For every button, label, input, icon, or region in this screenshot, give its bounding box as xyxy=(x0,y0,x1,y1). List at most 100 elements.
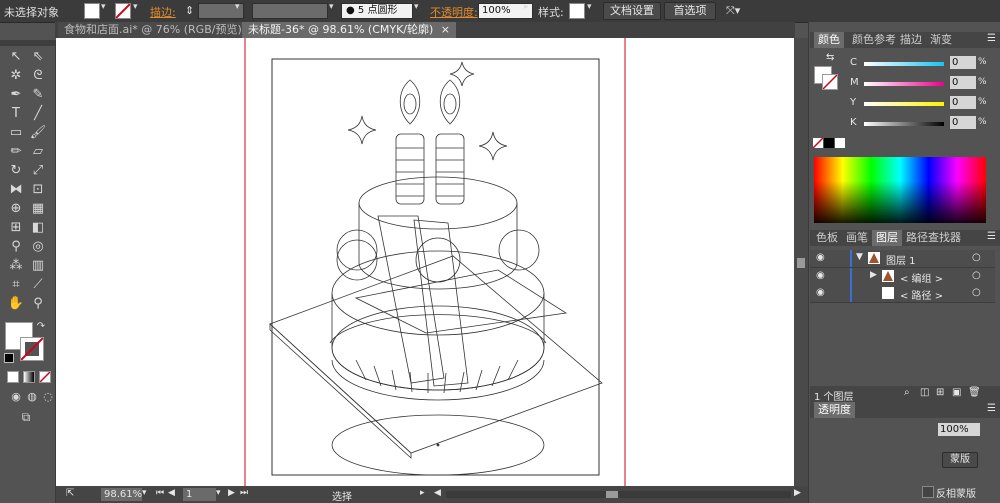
sublayer-row-path[interactable]: ◉ < 路径 > ○ xyxy=(810,285,995,303)
blend-tool-icon[interactable]: ◎ xyxy=(28,238,48,256)
eraser-tool-icon[interactable]: ▱ xyxy=(28,143,48,161)
c-slider[interactable] xyxy=(864,62,944,66)
pen-tool-icon[interactable]: ✒ xyxy=(6,86,26,104)
clipping-mask-icon[interactable]: ◫ xyxy=(920,387,929,398)
eyedropper-tool-icon[interactable]: ⚲ xyxy=(6,238,26,256)
scroll-thumb[interactable] xyxy=(797,258,805,268)
invert-mask-checkbox[interactable] xyxy=(922,486,934,498)
gradient-mode-icon[interactable] xyxy=(23,371,35,383)
slice-tool-icon[interactable]: ⟋ xyxy=(28,276,48,294)
transparency-opacity-input[interactable]: 100% xyxy=(938,423,980,436)
pencil-tool-icon[interactable]: ✏ xyxy=(6,143,26,161)
visibility-eye-icon[interactable]: ◉ xyxy=(816,287,825,298)
scroll-right-icon[interactable]: ▶ xyxy=(794,488,801,498)
visibility-eye-icon[interactable]: ◉ xyxy=(816,252,825,263)
first-page-icon[interactable]: ⏮ xyxy=(156,488,164,498)
chevron-down-icon[interactable]: ▾ xyxy=(414,2,419,12)
column-graph-tool-icon[interactable]: ▥ xyxy=(28,257,48,275)
black-swatch[interactable] xyxy=(824,138,834,148)
none-swatch[interactable] xyxy=(812,137,824,149)
m-slider[interactable] xyxy=(864,82,944,86)
fill-dropdown-icon[interactable]: ▾ xyxy=(101,2,106,12)
chevron-down-icon[interactable]: ▼ xyxy=(856,252,863,262)
tab-swatches[interactable]: 色板 xyxy=(812,230,842,246)
chevron-down-icon[interactable]: ▾ xyxy=(587,2,592,12)
white-swatch[interactable] xyxy=(835,138,845,148)
locate-object-icon[interactable]: ⌕ xyxy=(904,387,910,398)
draw-inside-icon[interactable]: ◌ xyxy=(38,388,58,406)
zoom-tool-icon[interactable]: ⚲ xyxy=(28,295,48,313)
target-circle-icon[interactable]: ○ xyxy=(972,270,981,281)
tab-food-document[interactable]: 食物和店面.ai* @ 76% (RGB/预览) × xyxy=(58,22,266,38)
brush-dropdown[interactable]: ● 5 点圆形 xyxy=(341,3,413,19)
tab-transparency[interactable]: 透明度 xyxy=(814,402,855,418)
panel-menu-icon[interactable]: ☰ xyxy=(987,231,996,242)
zoom-input[interactable]: 98.61% xyxy=(101,488,142,501)
hand-tool-icon[interactable]: ✋ xyxy=(6,295,26,313)
chevron-down-icon[interactable]: ▾ xyxy=(142,488,147,498)
symbol-sprayer-tool-icon[interactable]: ⁂ xyxy=(6,257,26,275)
c-input[interactable]: 0 xyxy=(950,56,976,69)
swap-colors-icon[interactable]: ⇆ xyxy=(826,52,834,63)
panel-menu-icon[interactable]: ☰ xyxy=(987,33,996,44)
stroke-color-box[interactable] xyxy=(20,337,44,361)
vertical-scrollbar[interactable] xyxy=(794,38,808,486)
arrange-icon[interactable]: ⤧▾ xyxy=(726,4,740,18)
screen-mode-icon[interactable]: ⧉ xyxy=(16,408,36,426)
visibility-eye-icon[interactable]: ◉ xyxy=(816,270,825,281)
make-mask-button[interactable]: 蒙版 xyxy=(942,452,978,468)
tab-gradient[interactable]: 渐变 xyxy=(926,32,956,48)
share-icon[interactable]: ⇱ xyxy=(66,488,74,499)
panel-menu-icon[interactable]: ☰ xyxy=(987,403,996,414)
close-icon[interactable]: × xyxy=(441,23,450,36)
next-page-icon[interactable]: ▶ xyxy=(228,488,235,498)
k-input[interactable]: 0 xyxy=(950,116,976,129)
page-input[interactable]: 1 xyxy=(183,488,216,501)
mesh-tool-icon[interactable]: ⊞ xyxy=(6,219,26,237)
stroke-swatch[interactable] xyxy=(115,3,131,19)
opacity-label[interactable]: 不透明度: xyxy=(430,4,478,20)
stroke-weight-stepper-icon[interactable]: ⇕ xyxy=(185,4,194,17)
scale-tool-icon[interactable]: ⤢ xyxy=(28,162,48,180)
lasso-tool-icon[interactable]: ᘓ xyxy=(28,67,48,85)
layer-row[interactable]: ◉ ▼ 图层 1 ○ xyxy=(810,250,995,268)
new-layer-icon[interactable]: ▣ xyxy=(952,387,961,398)
tab-untitled-36[interactable]: 未标题-36* @ 98.61% (CMYK/轮廓) × xyxy=(242,22,457,38)
none-mode-icon[interactable] xyxy=(39,371,51,383)
fill-swatch[interactable] xyxy=(84,3,100,19)
chevron-down-icon[interactable]: ▾ xyxy=(216,488,221,498)
style-swatch[interactable] xyxy=(569,3,585,19)
curvature-tool-icon[interactable]: ✎ xyxy=(28,86,48,104)
swap-colors-icon[interactable]: ↷ xyxy=(34,318,48,336)
color-spectrum[interactable] xyxy=(814,157,986,223)
target-circle-icon[interactable]: ○ xyxy=(972,287,981,298)
new-sublayer-icon[interactable]: ⊞ xyxy=(936,387,944,398)
chevron-right-icon[interactable]: ▸ xyxy=(524,2,529,12)
stroke-dropdown-icon[interactable]: ▾ xyxy=(133,2,138,12)
color-stroke-box[interactable] xyxy=(822,74,838,90)
sublayer-row-group[interactable]: ◉ ▶ < 编组 > ○ xyxy=(810,268,995,286)
stroke-label[interactable]: 描边: xyxy=(150,4,176,20)
y-input[interactable]: 0 xyxy=(950,96,976,109)
tab-brushes[interactable]: 画笔 xyxy=(842,230,872,246)
trash-icon[interactable]: 🗑 xyxy=(968,387,981,398)
type-tool-icon[interactable]: T xyxy=(6,105,26,123)
default-colors-icon[interactable] xyxy=(4,353,14,363)
target-circle-icon[interactable]: ○ xyxy=(972,252,981,263)
free-transform-tool-icon[interactable]: ⊡ xyxy=(28,181,48,199)
tab-layers[interactable]: 图层 xyxy=(872,230,902,246)
m-input[interactable]: 0 xyxy=(950,76,976,89)
chevron-right-icon[interactable]: ▶ xyxy=(870,270,877,280)
status-menu-icon[interactable]: ▸ xyxy=(420,488,425,498)
horizontal-scrollbar[interactable] xyxy=(446,491,791,498)
scroll-left-icon[interactable]: ◀ xyxy=(434,488,441,498)
width-tool-icon[interactable]: ⧓ xyxy=(6,181,26,199)
tab-color[interactable]: 颜色 xyxy=(814,32,844,48)
scroll-thumb[interactable] xyxy=(606,491,618,498)
k-slider[interactable] xyxy=(864,122,944,126)
paintbrush-tool-icon[interactable]: 🖌 xyxy=(28,124,48,142)
tab-color-guide[interactable]: 颜色参考 xyxy=(848,32,900,48)
perspective-grid-tool-icon[interactable]: ▦ xyxy=(28,200,48,218)
preferences-button[interactable]: 首选项 xyxy=(664,2,716,20)
tab-stroke[interactable]: 描边 xyxy=(896,32,926,48)
